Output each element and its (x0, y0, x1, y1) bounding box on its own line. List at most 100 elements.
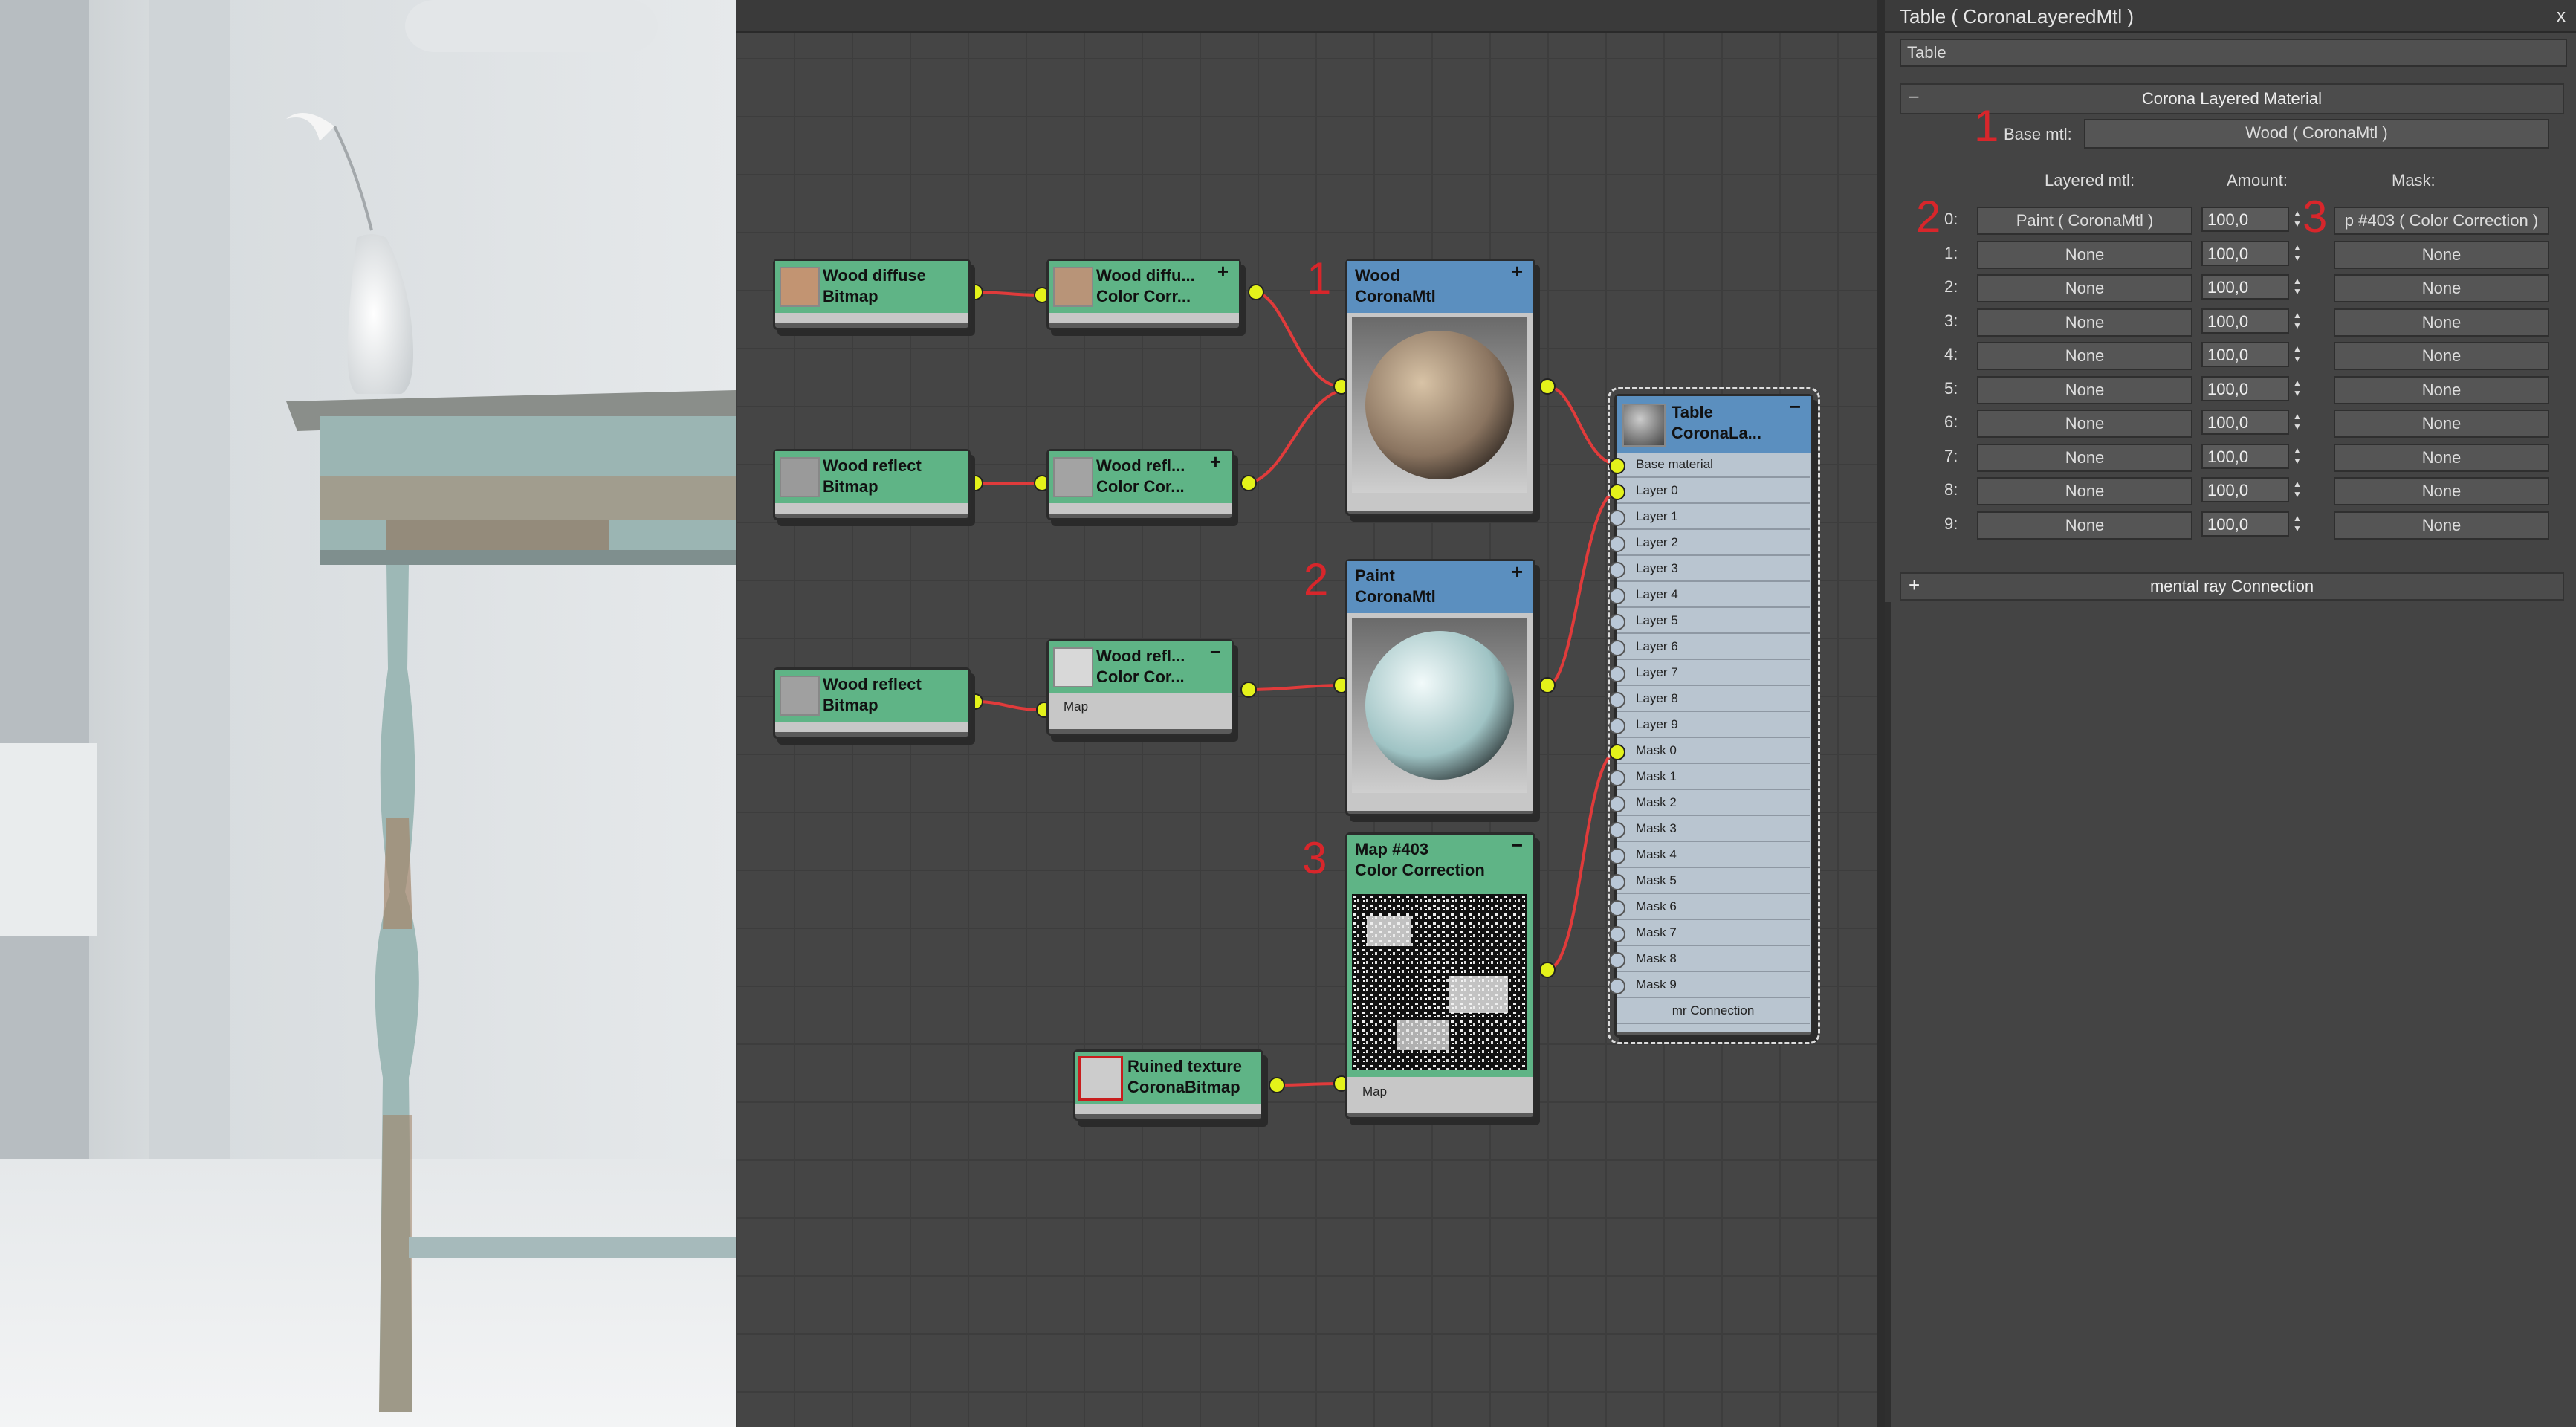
input-port-icon[interactable] (1609, 900, 1625, 916)
collapse-toggle[interactable]: − (1210, 641, 1221, 662)
spinner-arrows-icon[interactable]: ▲ ▼ (2291, 310, 2304, 331)
input-port-icon[interactable] (1609, 796, 1625, 812)
node-ruined-texture-coronabitmap[interactable]: Ruined texture CoronaBitmap (1073, 1049, 1263, 1121)
slot-layer-6[interactable]: Layer 6 (1609, 635, 1810, 660)
node-wood-reflect-color-correction-2[interactable]: Wood refl... Color Cor... − Map (1046, 639, 1234, 736)
layer-mtl-button[interactable]: None (1977, 477, 2192, 505)
layer-mask-button[interactable]: None (2334, 240, 2549, 269)
rollout-collapse-icon[interactable]: – (1909, 86, 1918, 107)
node-wood-diffuse-bitmap[interactable]: Wood diffuse Bitmap (773, 259, 971, 330)
input-port-icon[interactable] (1609, 848, 1625, 864)
layer-mtl-button[interactable]: None (1977, 274, 2192, 302)
layer-amount-spinner[interactable]: 100,0 (2201, 308, 2289, 334)
layer-mtl-button[interactable]: None (1977, 308, 2192, 337)
input-port-icon[interactable] (1609, 458, 1625, 474)
rollout-mental-ray-connection[interactable]: + mental ray Connection (1900, 572, 2564, 601)
layer-mtl-button[interactable]: None (1977, 342, 2192, 370)
slot-mask-3[interactable]: Mask 3 (1609, 817, 1810, 842)
layer-mask-button[interactable]: None (2334, 511, 2549, 540)
layer-amount-spinner[interactable]: 100,0 (2201, 443, 2289, 469)
layer-amount-spinner[interactable]: 100,0 (2201, 511, 2289, 537)
slot-layer-8[interactable]: Layer 8 (1609, 687, 1810, 712)
slot-base-material[interactable]: Base material (1609, 453, 1810, 478)
slot-mr-connection[interactable]: mr Connection (1617, 999, 1810, 1024)
spinner-arrows-icon[interactable]: ▲ ▼ (2291, 343, 2304, 364)
input-port-icon[interactable] (1609, 588, 1625, 604)
node-map-403-color-correction[interactable]: Map #403 Color Correction − Map (1345, 832, 1535, 1119)
layer-mtl-button[interactable]: None (1977, 410, 2192, 438)
layer-mtl-button[interactable]: None (1977, 443, 2192, 472)
input-port-icon[interactable] (1609, 562, 1625, 578)
spinner-arrows-icon[interactable]: ▲ ▼ (2291, 411, 2304, 432)
layer-mask-button[interactable]: None (2334, 308, 2549, 337)
layer-mask-button[interactable]: None (2334, 375, 2549, 404)
slot-layer-7[interactable]: Layer 7 (1609, 661, 1810, 686)
slot-mask-6[interactable]: Mask 6 (1609, 895, 1810, 920)
input-port-icon[interactable] (1609, 770, 1625, 786)
layer-mask-button[interactable]: None (2334, 410, 2549, 438)
slot-layer-2[interactable]: Layer 2 (1609, 531, 1810, 556)
layer-amount-spinner[interactable]: 100,0 (2201, 274, 2289, 300)
slot-layer-3[interactable]: Layer 3 (1609, 557, 1810, 582)
expand-toggle[interactable]: + (1512, 561, 1523, 582)
layer-amount-spinner[interactable]: 100,0 (2201, 375, 2289, 401)
slot-map[interactable]: Map (1049, 693, 1232, 729)
expand-toggle[interactable]: + (1217, 261, 1229, 282)
node-paint-coronamtl[interactable]: Paint CoronaMtl + (1345, 559, 1535, 816)
slot-layer-0[interactable]: Layer 0 (1609, 479, 1810, 504)
input-port-icon[interactable] (1609, 978, 1625, 994)
node-wood-diffuse-color-correction[interactable]: Wood diffu... Color Corr... + (1046, 259, 1241, 330)
input-port-icon[interactable] (1609, 718, 1625, 734)
slot-mask-1[interactable]: Mask 1 (1609, 765, 1810, 790)
slate-node-editor[interactable]: Wood diffuse Bitmap Wood diffu... Color … (736, 0, 1885, 1427)
slot-layer-4[interactable]: Layer 4 (1609, 583, 1810, 608)
input-port-icon[interactable] (1609, 926, 1625, 942)
layer-mask-button[interactable]: None (2334, 443, 2549, 472)
input-port-icon[interactable] (1609, 822, 1625, 838)
input-port-icon[interactable] (1609, 744, 1625, 760)
input-port-icon[interactable] (1609, 536, 1625, 552)
node-wood-reflect-color-correction-1[interactable]: Wood refl... Color Cor... + (1046, 449, 1234, 520)
slot-map[interactable]: Map (1347, 1077, 1533, 1113)
slot-mask-9[interactable]: Mask 9 (1609, 973, 1810, 998)
rollout-corona-layered-material[interactable]: – Corona Layered Material (1900, 83, 2564, 114)
slot-mask-4[interactable]: Mask 4 (1609, 843, 1810, 868)
spinner-arrows-icon[interactable]: ▲ ▼ (2291, 242, 2304, 263)
input-port-icon[interactable] (1609, 484, 1625, 500)
input-port-icon[interactable] (1609, 874, 1625, 890)
rollout-expand-icon[interactable]: + (1909, 574, 1920, 597)
layer-mtl-button[interactable]: None (1977, 240, 2192, 269)
expand-toggle[interactable]: + (1512, 261, 1523, 282)
slot-mask-0[interactable]: Mask 0 (1609, 739, 1810, 764)
node-wood-reflect-bitmap-2[interactable]: Wood reflect Bitmap (773, 667, 971, 739)
base-mtl-button[interactable]: Wood ( CoronaMtl ) (2084, 119, 2549, 149)
input-port-icon[interactable] (1609, 666, 1625, 682)
layer-amount-spinner[interactable]: 100,0 (2201, 410, 2289, 435)
slot-mask-5[interactable]: Mask 5 (1609, 869, 1810, 894)
slot-mask-7[interactable]: Mask 7 (1609, 921, 1810, 946)
slot-mask-2[interactable]: Mask 2 (1609, 791, 1810, 816)
spinner-arrows-icon[interactable]: ▲ ▼ (2291, 378, 2304, 398)
input-port-icon[interactable] (1609, 510, 1625, 526)
close-icon[interactable]: x (2557, 0, 2566, 33)
layer-mask-button[interactable]: p #403 ( Color Correction ) (2334, 207, 2549, 235)
node-wood-coronamtl[interactable]: Wood CoronaMtl + (1345, 259, 1535, 516)
layer-amount-spinner[interactable]: 100,0 (2201, 477, 2289, 502)
spinner-arrows-icon[interactable]: ▲ ▼ (2291, 479, 2304, 499)
layer-mask-button[interactable]: None (2334, 477, 2549, 505)
input-port-icon[interactable] (1609, 692, 1625, 708)
input-port-icon[interactable] (1609, 952, 1625, 968)
layer-mask-button[interactable]: None (2334, 342, 2549, 370)
layer-mtl-button[interactable]: Paint ( CoronaMtl ) (1977, 207, 2192, 235)
layer-mask-button[interactable]: None (2334, 274, 2549, 302)
node-wood-reflect-bitmap-1[interactable]: Wood reflect Bitmap (773, 449, 971, 520)
slot-layer-9[interactable]: Layer 9 (1609, 713, 1810, 738)
spinner-arrows-icon[interactable]: ▲ ▼ (2291, 276, 2304, 297)
input-port-icon[interactable] (1609, 640, 1625, 656)
spinner-arrows-icon[interactable]: ▲ ▼ (2291, 445, 2304, 466)
layer-mtl-button[interactable]: None (1977, 375, 2192, 404)
slot-mask-8[interactable]: Mask 8 (1609, 947, 1810, 972)
spinner-arrows-icon[interactable]: ▲ ▼ (2291, 513, 2304, 534)
layer-amount-spinner[interactable]: 100,0 (2201, 240, 2289, 266)
layer-amount-spinner[interactable]: 100,0 (2201, 342, 2289, 367)
